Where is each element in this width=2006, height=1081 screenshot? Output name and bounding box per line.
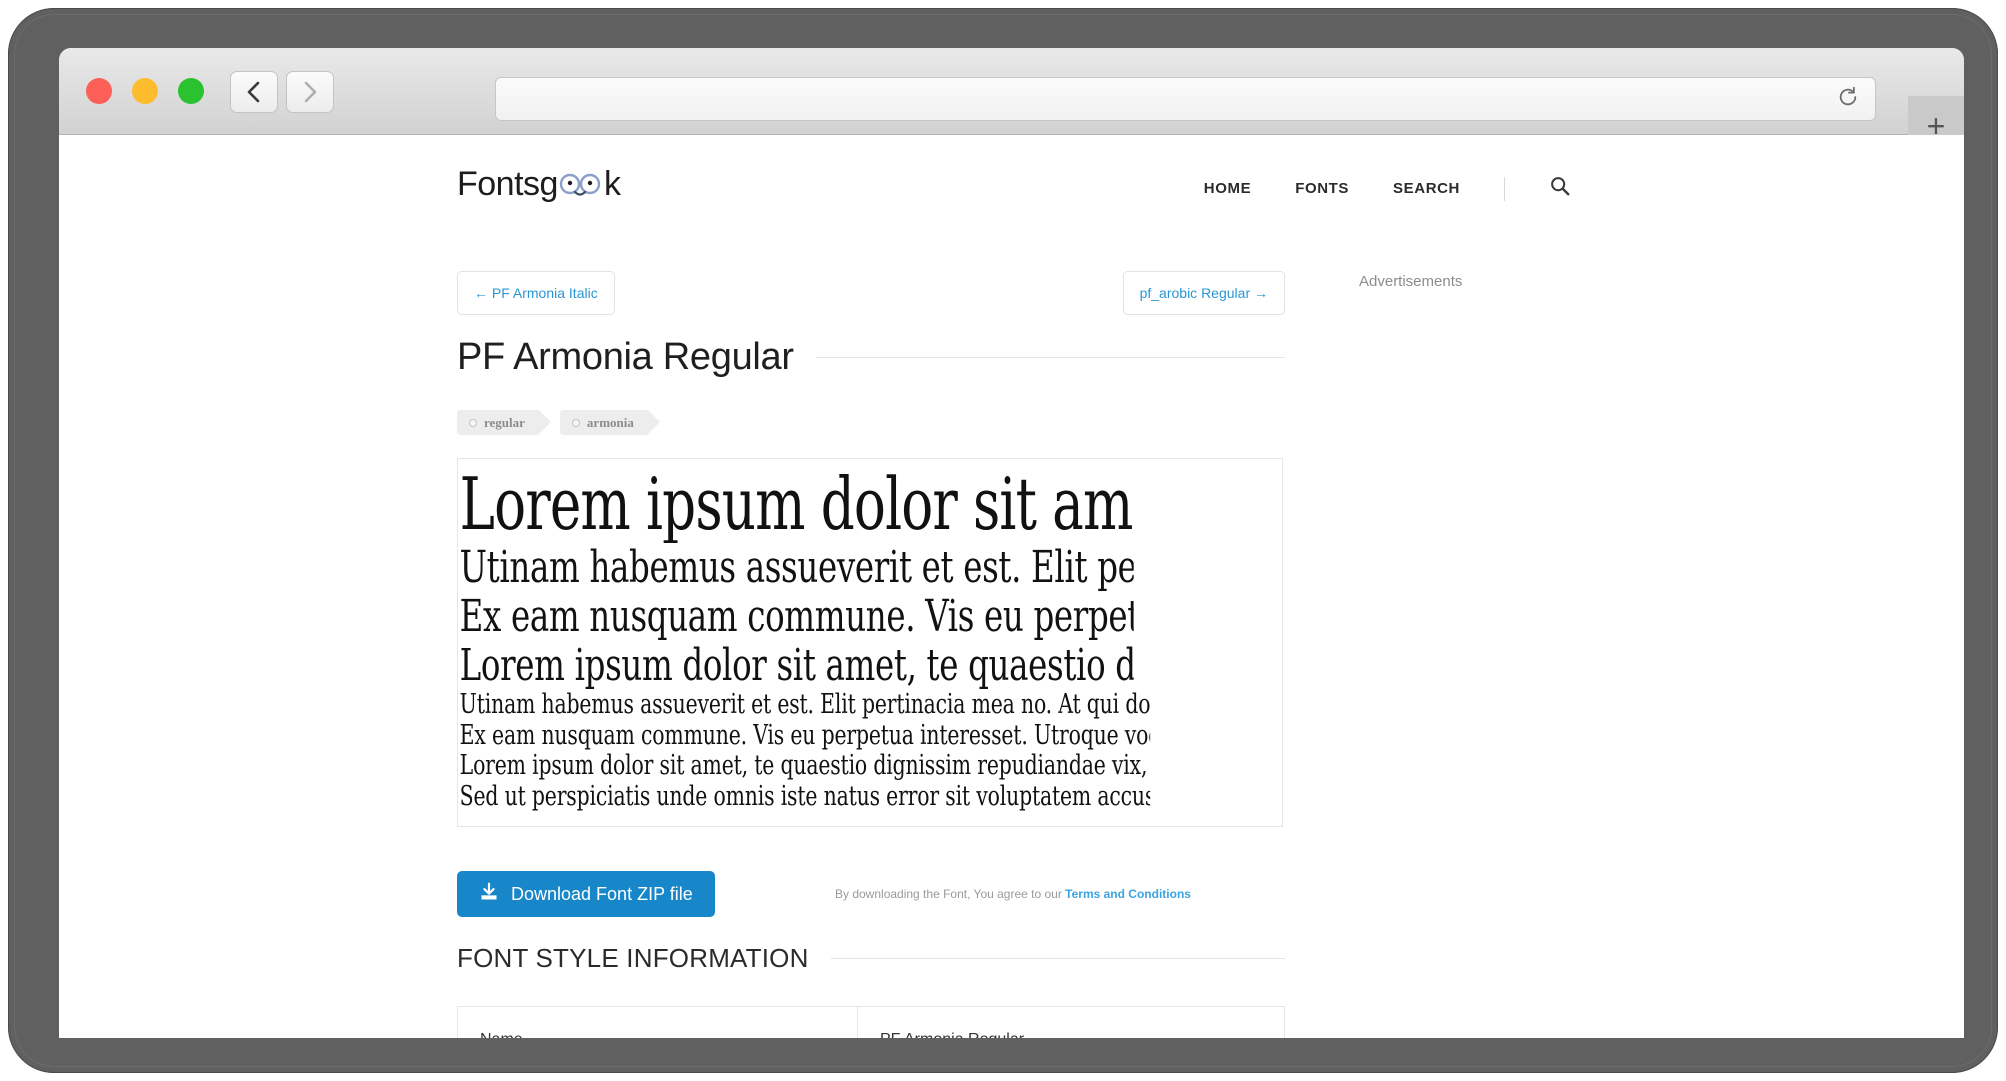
preview-line: Sed ut perspiciatis unde omnis iste natu… [459,781,1151,812]
minimize-window-button[interactable] [132,78,158,104]
download-font-zip-button[interactable]: Download Font ZIP file [457,871,715,917]
font-pager: ← PF Armonia Italic pf_arobic Regular → [457,271,1285,315]
preview-line: Utinam habemus assueverit et est. Elit p… [459,690,1151,721]
nav-divider [1504,176,1505,201]
advertisements-column: Advertisements [1359,273,1679,290]
site-logo[interactable]: Fonts g k [457,165,621,204]
page-viewport: Fonts g k HOME FONTS SEARCH ← PF Armonia… [59,135,1964,1038]
terms-prefix: By downloading the Font, You agree to ou… [835,887,1066,901]
tag-label: armonia [586,414,634,430]
close-window-button[interactable] [86,78,112,104]
font-tags: regular armonia [457,410,660,435]
download-terms-text: By downloading the Font, You agree to ou… [835,887,1191,901]
tag-hole-icon [469,418,477,427]
preview-line: Lorem ipsum dolor sit amet, te quaestio … [459,467,1134,543]
address-bar[interactable] [495,77,1876,121]
browser-chrome: + [59,48,1964,156]
tag-hole-icon [571,418,580,427]
reload-icon[interactable] [1837,86,1859,112]
tag-label: regular [484,414,525,430]
title-divider [815,357,1285,358]
tag-chip-armonia[interactable]: armonia [559,410,660,435]
device-bezel: + Fonts g k HOME FONTS SEARCH ← PF Armon… [8,8,1998,1073]
table-cell-value: PF Armonia Regular [857,1006,1285,1038]
preview-line: Ex eam nusquam commune. Vis eu perpetua … [459,720,1151,751]
browser-navigation [230,71,334,113]
window-controls [86,78,204,104]
font-style-information-table: Name PF Armonia Regular [457,1006,1285,1038]
nav-item-search[interactable]: SEARCH [1393,180,1460,197]
next-font-button[interactable]: pf_arobic Regular → [1122,271,1285,315]
browser-window: + Fonts g k HOME FONTS SEARCH ← PF Armon… [59,48,1964,1038]
terms-and-conditions-link[interactable]: Terms and Conditions [1065,887,1191,901]
page-title: PF Armonia Regular [457,336,794,378]
previous-font-button[interactable]: ← PF Armonia Italic [457,271,615,315]
logo-text-k: k [603,165,621,203]
main-navigation: HOME FONTS SEARCH [1204,175,1571,202]
download-icon [479,882,499,907]
preview-line: Lorem ipsum dolor sit amet, te quaestio … [459,751,1151,782]
nav-item-home[interactable]: HOME [1204,180,1251,197]
table-row: Name PF Armonia Regular [457,1006,1285,1038]
back-button[interactable] [230,71,278,113]
font-preview-box: Lorem ipsum dolor sit amet, te quaestio … [457,458,1283,827]
font-title-row: PF Armonia Regular [457,336,1285,379]
glasses-icon [559,172,603,198]
section-title: FONT STYLE INFORMATION [457,943,809,973]
tag-chip-regular[interactable]: regular [457,410,551,435]
chevron-right-icon [302,80,318,104]
section-divider [830,958,1285,959]
table-cell-key: Name [457,1006,858,1038]
font-style-information-header: FONT STYLE INFORMATION [457,943,1285,974]
preview-line: Lorem ipsum dolor sit amet, te quaestio … [459,641,1134,691]
forward-button[interactable] [286,71,334,113]
search-icon[interactable] [1549,175,1571,202]
chevron-left-icon [246,80,262,104]
maximize-window-button[interactable] [178,78,204,104]
logo-text-fonts: Fonts [457,165,540,203]
download-row: Download Font ZIP file By downloading th… [457,871,1285,917]
advertisements-label: Advertisements [1359,273,1463,290]
nav-item-fonts[interactable]: FONTS [1295,180,1349,197]
preview-line: Utinam habemus assueverit et est. Elit p… [459,542,1134,592]
logo-text-g: g [539,165,559,203]
preview-line: Ex eam nusquam commune. Vis eu perpetua … [459,591,1134,642]
download-button-label: Download Font ZIP file [511,883,693,904]
site-header: Fonts g k HOME FONTS SEARCH [59,135,1964,231]
